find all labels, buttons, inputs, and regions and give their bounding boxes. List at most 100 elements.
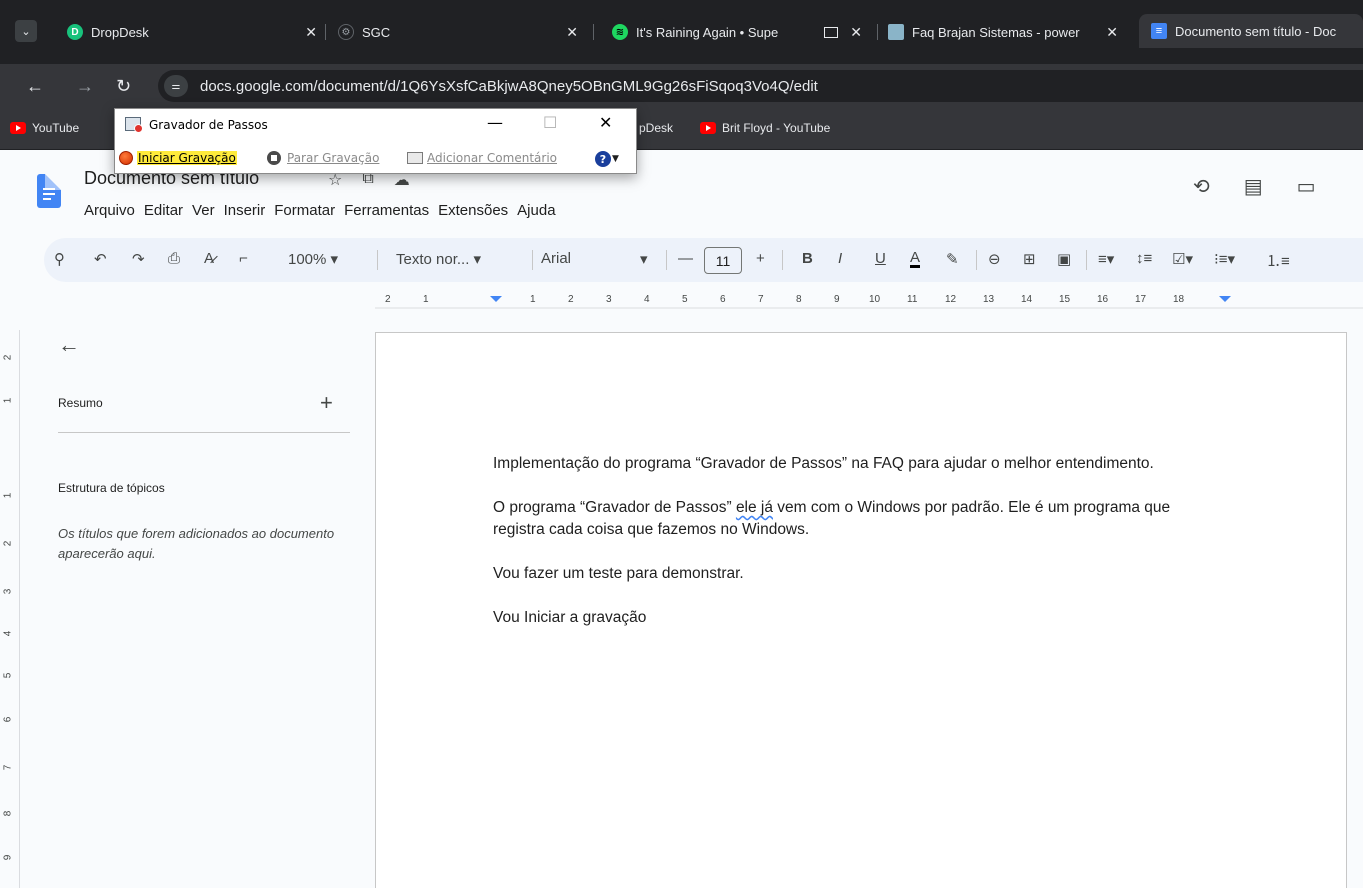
menu-arquivo[interactable]: Arquivo xyxy=(84,202,135,219)
close-icon[interactable]: ✕ xyxy=(566,24,578,41)
menu-ajuda[interactable]: Ajuda xyxy=(517,202,555,219)
insert-image-icon[interactable]: ▣ xyxy=(1057,250,1071,268)
document-page[interactable]: Implementação do programa “Gravador de P… xyxy=(375,332,1347,888)
close-icon[interactable]: ✕ xyxy=(305,24,317,41)
vertical-ruler[interactable]: 2 1 1 2 3 4 5 6 7 8 9 xyxy=(0,330,20,888)
redo-icon[interactable]: ↷ xyxy=(132,250,145,268)
tab-search-button[interactable]: ⌄ xyxy=(15,20,37,42)
steps-recorder-titlebar[interactable]: Gravador de Passos — ☐ ✕ xyxy=(115,109,636,141)
google-docs-icon: ≡ xyxy=(1151,23,1167,39)
italic-icon[interactable]: I xyxy=(838,250,842,267)
style-select[interactable]: Texto nor... ▾ xyxy=(396,250,481,268)
paragraph-2[interactable]: O programa “Gravador de Passos” ele já v… xyxy=(493,497,1193,541)
bookmark-brit-floyd[interactable]: Brit Floyd - YouTube xyxy=(700,121,830,135)
paragraph-4[interactable]: Vou Iniciar a gravação xyxy=(493,607,1193,629)
record-icon xyxy=(119,151,133,165)
bookmark-dropdesk[interactable]: pDesk xyxy=(639,121,673,135)
print-icon[interactable]: ⎙ xyxy=(168,250,180,267)
steps-recorder-title: Gravador de Passos xyxy=(149,118,268,132)
comments-icon[interactable]: ▤ xyxy=(1244,174,1263,199)
version-history-icon[interactable]: ⟲ xyxy=(1193,174,1210,199)
menu-inserir[interactable]: Inserir xyxy=(224,202,266,219)
help-icon: ? xyxy=(595,151,611,167)
tab-dropdesk[interactable]: D DropDesk ✕ xyxy=(67,16,317,48)
document-body[interactable]: Implementação do programa “Gravador de P… xyxy=(493,453,1193,651)
document-outline-panel: ← Resumo + Estrutura de tópicos Os títul… xyxy=(30,330,360,888)
line-spacing-icon[interactable]: ↕≡ xyxy=(1136,250,1152,267)
outline-hint: Os títulos que forem adicionados ao docu… xyxy=(58,526,335,561)
maximize-button[interactable]: ☐ xyxy=(543,113,557,132)
checklist-icon[interactable]: ☑▾ xyxy=(1172,250,1193,268)
align-icon[interactable]: ≡▾ xyxy=(1098,250,1114,268)
minimize-button[interactable]: — xyxy=(487,113,503,132)
close-button[interactable]: ✕ xyxy=(599,113,612,132)
tab-spotify[interactable]: ≋ It's Raining Again • Supe ✕ xyxy=(612,16,862,48)
outline-heading: Estrutura de tópicos xyxy=(58,481,165,495)
menu-editar[interactable]: Editar xyxy=(144,202,183,219)
menu-ferramentas[interactable]: Ferramentas xyxy=(344,202,429,219)
menu-ver[interactable]: Ver xyxy=(192,202,215,219)
stop-recording-button[interactable]: Parar Gravação xyxy=(267,151,379,165)
underline-icon[interactable]: U xyxy=(875,250,886,267)
reload-icon[interactable]: ↻ xyxy=(116,76,131,97)
back-arrow-icon[interactable]: ← xyxy=(26,76,44,97)
menu-bar: Arquivo Editar Ver Inserir Formatar Ferr… xyxy=(84,202,556,219)
summary-label: Resumo xyxy=(58,396,103,410)
menu-extensoes[interactable]: Extensões xyxy=(438,202,508,219)
address-bar[interactable]: ⚌ docs.google.com/document/d/1Q6YsXsfCaB… xyxy=(158,70,1363,102)
youtube-icon xyxy=(10,122,26,134)
bulleted-list-icon[interactable]: ⁝≡▾ xyxy=(1214,250,1235,268)
search-menus-icon[interactable]: ⚲ xyxy=(54,250,65,268)
start-recording-button[interactable]: Iniciar Gravação xyxy=(119,151,237,165)
faq-icon xyxy=(888,24,904,40)
close-outline-arrow-icon[interactable]: ← xyxy=(58,332,80,358)
paragraph-1[interactable]: Implementação do programa “Gravador de P… xyxy=(493,453,1193,475)
meet-icon[interactable]: ▭ xyxy=(1297,174,1316,199)
close-icon[interactable]: ✕ xyxy=(1106,24,1118,41)
font-size-input[interactable]: 11 xyxy=(704,247,742,274)
browser-tab-strip: ⌄ D DropDesk ✕ ⚙ SGC ✕ ≋ It's Raining Ag… xyxy=(0,0,1363,64)
dropdesk-icon: D xyxy=(67,24,83,40)
font-select[interactable]: Arial xyxy=(541,250,571,267)
bold-icon[interactable]: B xyxy=(802,250,813,267)
steps-recorder-window: Gravador de Passos — ☐ ✕ Iniciar Gravaçã… xyxy=(114,108,637,174)
tab-sgc[interactable]: ⚙ SGC ✕ xyxy=(338,16,578,48)
url-text[interactable]: docs.google.com/document/d/1Q6YsXsfCaBkj… xyxy=(200,78,818,95)
text-color-icon[interactable]: A xyxy=(910,250,921,268)
numbered-list-icon[interactable]: ⒈≡ xyxy=(1266,250,1290,271)
highlight-icon[interactable]: ✎ xyxy=(946,250,959,268)
bookmark-youtube[interactable]: YouTube xyxy=(10,121,79,135)
formatting-toolbar: ⚲ ↶ ↷ ⎙ A̷ ⌐ 100% ▾ Texto nor... ▾ Arial… xyxy=(44,238,1363,282)
close-icon[interactable]: ✕ xyxy=(850,24,862,41)
link-icon[interactable]: ⊖ xyxy=(988,250,1001,268)
add-comment-icon[interactable]: ⊞ xyxy=(1023,250,1036,268)
site-settings-icon[interactable]: ⚌ xyxy=(164,75,188,97)
grammar-suggestion[interactable]: ele já xyxy=(736,499,773,516)
spotify-icon: ≋ xyxy=(612,24,628,40)
tab-google-docs[interactable]: ≡ Documento sem título - Doc xyxy=(1139,14,1363,48)
horizontal-ruler[interactable]: 2 1 1 2 3 4 5 6 7 8 9 10 11 12 13 14 15 … xyxy=(375,292,1363,312)
forward-arrow-icon[interactable]: → xyxy=(76,76,94,97)
help-button[interactable]: ? ▼ xyxy=(595,151,619,167)
undo-icon[interactable]: ↶ xyxy=(94,250,107,268)
steps-recorder-toolbar: Iniciar Gravação Parar Gravação Adiciona… xyxy=(115,145,636,173)
chevron-down-icon[interactable]: ▾ xyxy=(640,250,648,268)
youtube-icon xyxy=(700,122,716,134)
google-docs-logo[interactable] xyxy=(37,174,61,208)
address-bar-row: ← → ↻ ⚌ docs.google.com/document/d/1Q6Ys… xyxy=(0,64,1363,108)
increase-font-size-icon[interactable]: + xyxy=(756,250,765,267)
zoom-select[interactable]: 100% ▾ xyxy=(288,250,338,268)
paragraph-3[interactable]: Vou fazer um teste para demonstrar. xyxy=(493,563,1193,585)
decrease-font-size-icon[interactable]: — xyxy=(678,250,693,267)
paint-format-icon[interactable]: ⌐ xyxy=(239,250,248,267)
sgc-icon: ⚙ xyxy=(338,24,354,40)
add-comment-button[interactable]: Adicionar Comentário xyxy=(407,151,557,165)
comment-icon xyxy=(407,152,423,164)
menu-formatar[interactable]: Formatar xyxy=(274,202,335,219)
add-summary-button[interactable]: + xyxy=(320,390,333,416)
spellcheck-icon[interactable]: A̷ xyxy=(204,250,214,267)
tab-faq[interactable]: Faq Brajan Sistemas - power ✕ xyxy=(888,16,1118,48)
stop-icon xyxy=(267,151,281,165)
picture-in-picture-icon[interactable] xyxy=(824,26,838,38)
chevron-down-icon: ▼ xyxy=(612,154,619,164)
